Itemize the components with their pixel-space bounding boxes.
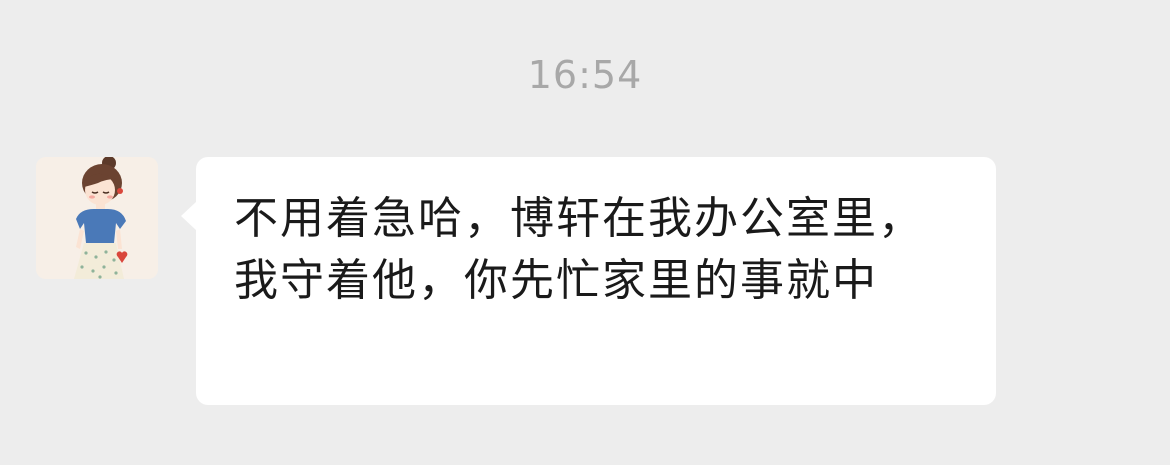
cartoon-girl-avatar-icon — [36, 157, 158, 279]
sender-avatar[interactable] — [36, 157, 158, 279]
message-timestamp: 16:54 — [527, 53, 643, 97]
message-text: 不用着急哈，博轩在我办公室里，我守着他，你先忙家里的事就中 — [234, 193, 924, 306]
message-bubble[interactable]: 不用着急哈，博轩在我办公室里，我守着他，你先忙家里的事就中 — [181, 157, 996, 405]
